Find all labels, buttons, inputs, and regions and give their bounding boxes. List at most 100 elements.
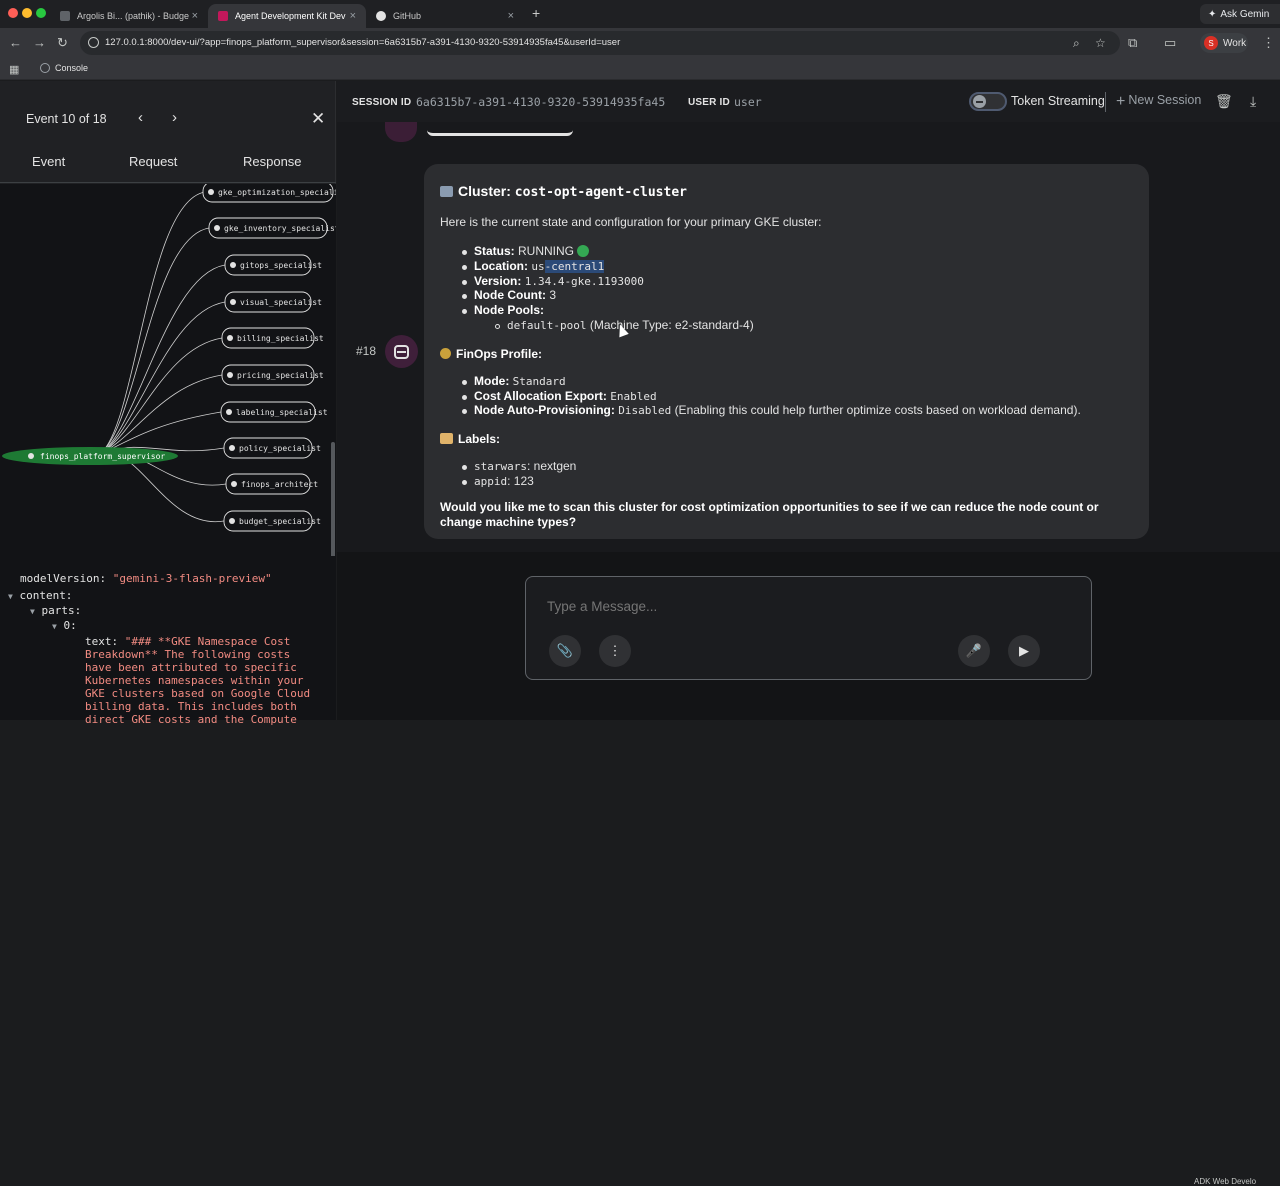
window-maximize-dot[interactable]: [36, 8, 46, 18]
bookmarks-bar: ▦ Console: [0, 58, 1280, 80]
extensions-icon[interactable]: ⧉: [1128, 35, 1137, 51]
json-content-row[interactable]: ▼ content:: [8, 588, 72, 604]
graph-node-pricing-specialist[interactable]: pricing_specialist: [221, 364, 324, 386]
json-model-version-row: modelVersion: "gemini-3-flash-preview": [20, 572, 272, 585]
address-bar[interactable]: 127.0.0.1:8000/dev-ui/?app=finops_platfo…: [80, 31, 1120, 55]
window-close-dot[interactable]: [8, 8, 18, 18]
microphone-icon[interactable]: 🎤: [958, 635, 990, 667]
browser-tab-github[interactable]: GitHub ×: [366, 4, 524, 28]
node-count-row: Node Count: 3: [474, 288, 557, 302]
profile-badge[interactable]: S Work: [1200, 33, 1248, 53]
message-composer: 📎 ⋮ 🎤 ▶: [525, 576, 1092, 680]
side-panel-icon[interactable]: ▭: [1164, 35, 1176, 51]
tab-favicon: [218, 11, 228, 21]
tab-request[interactable]: Request: [129, 154, 177, 169]
tab-response[interactable]: Response: [243, 154, 302, 169]
ask-gemini-button[interactable]: ✦ Ask Gemin: [1200, 4, 1280, 24]
event-json-view: modelVersion: "gemini-3-flash-preview" ▼…: [0, 556, 336, 726]
close-tab-icon[interactable]: ×: [508, 10, 514, 22]
message-number: #18: [356, 344, 377, 358]
token-streaming-toggle[interactable]: [969, 92, 1007, 111]
graph-node-labeling-specialist[interactable]: labeling_specialist: [220, 401, 328, 423]
graph-node-billing-specialist[interactable]: billing_specialist: [221, 327, 324, 349]
json-index-row[interactable]: ▼ 0:: [52, 618, 77, 634]
caret-down-icon[interactable]: ▼: [8, 592, 13, 601]
previous-message-avatar: [385, 122, 417, 142]
back-arrow-icon[interactable]: ←: [9, 35, 22, 50]
list-bullet: [462, 480, 467, 485]
building-emoji-icon: [440, 186, 453, 197]
graph-node-finops-architect[interactable]: finops_architect: [225, 473, 318, 495]
url-text[interactable]: 127.0.0.1:8000/dev-ui/?app=finops_platfo…: [105, 37, 620, 48]
label-tag-emoji-icon: [440, 433, 453, 444]
svg-text:billing_specialist: billing_specialist: [237, 334, 324, 343]
browser-tab-argolis[interactable]: Argolis Bi... (pathik) - Budget ×: [50, 4, 208, 28]
tab-favicon: [60, 11, 70, 21]
graph-node-root[interactable]: finops_platform_supervisor: [2, 447, 178, 465]
browser-tab-adk[interactable]: Agent Development Kit Dev U ×: [208, 4, 366, 28]
list-bullet: [462, 294, 467, 299]
svg-text:gke_optimization_specialist: gke_optimization_specialist: [218, 188, 336, 197]
robot-icon: [394, 344, 409, 359]
token-streaming-label: Token Streaming: [1011, 94, 1105, 108]
agent-icon: [229, 445, 235, 451]
sub-list-bullet: [495, 324, 500, 329]
graph-scrollbar[interactable]: [331, 442, 335, 556]
graph-node-gitops-specialist[interactable]: gitops_specialist: [224, 254, 322, 276]
caret-down-icon[interactable]: ▼: [52, 622, 57, 631]
list-bullet: [462, 465, 467, 470]
close-panel-icon[interactable]: ✕: [311, 109, 325, 129]
menu-dots-icon[interactable]: ⋮: [1262, 35, 1275, 51]
trash-icon[interactable]: 🗑: [1215, 93, 1233, 110]
apps-grid-icon[interactable]: ▦: [9, 63, 19, 76]
list-bullet: [462, 395, 467, 400]
site-info-icon[interactable]: [88, 37, 99, 48]
bookmark-star-icon[interactable]: ☆: [1095, 36, 1106, 50]
follow-up-question: Would you like me to scan this cluster f…: [440, 500, 1099, 514]
graph-node-budget-specialist[interactable]: budget_specialist: [223, 510, 321, 532]
bookmark-console[interactable]: Console: [40, 63, 88, 73]
sparkle-icon: ✦: [1208, 8, 1217, 20]
money-bag-emoji-icon: [440, 348, 451, 359]
agent-icon: [208, 189, 214, 195]
caret-down-icon[interactable]: ▼: [30, 607, 35, 616]
next-event-chevron-icon[interactable]: ›: [172, 109, 177, 126]
list-bullet: [462, 250, 467, 255]
reload-icon[interactable]: ↻: [57, 35, 68, 51]
agent-graph[interactable]: gke_optimization_specialist gke_inventory…: [0, 184, 336, 556]
svg-text:gke_inventory_specialist: gke_inventory_specialist: [224, 224, 336, 233]
graph-node-gke-optimization-specialist[interactable]: gke_optimization_specialist: [202, 184, 336, 203]
tab-event[interactable]: Event: [32, 154, 65, 169]
svg-text:finops_architect: finops_architect: [241, 480, 318, 489]
download-icon[interactable]: ⤓: [1250, 93, 1256, 110]
finops-heading: FinOps Profile:: [440, 347, 542, 362]
agent-icon: [229, 518, 235, 524]
text-selection: -central1: [544, 260, 605, 273]
close-tab-icon[interactable]: ×: [192, 10, 198, 22]
agent-icon: [227, 335, 233, 341]
attach-paperclip-icon[interactable]: 📎: [549, 635, 581, 667]
location-row: Location: us-central1: [474, 259, 605, 273]
new-tab-button[interactable]: +: [532, 5, 540, 21]
graph-node-gke-inventory-specialist[interactable]: gke_inventory_specialist: [208, 217, 336, 239]
graph-node-policy-specialist[interactable]: policy_specialist: [223, 437, 321, 459]
close-tab-icon[interactable]: ×: [350, 10, 356, 22]
previous-event-chevron-icon[interactable]: ‹: [138, 109, 143, 126]
zoom-icon[interactable]: ⌕: [1073, 36, 1080, 51]
event-counter: Event 10 of 18: [26, 112, 107, 126]
agent-icon: [226, 409, 232, 415]
window-minimize-dot[interactable]: [22, 8, 32, 18]
json-parts-row[interactable]: ▼ parts:: [30, 603, 81, 619]
bot-message-bubble: Cluster: cost-opt-agent-cluster Here is …: [424, 164, 1149, 539]
event-inspector-panel: Event 10 of 18 ‹ › ✕ Event Request Respo…: [0, 81, 336, 726]
agent-icon: [227, 372, 233, 378]
graph-node-visual-specialist[interactable]: visual_specialist: [224, 291, 322, 313]
video-camera-icon[interactable]: ▶: [1008, 635, 1040, 667]
event-navigation: Event 10 of 18 ‹ › ✕: [0, 81, 336, 155]
node-pools-row: Node Pools:: [474, 303, 545, 317]
new-session-button[interactable]: + New Session: [1116, 93, 1201, 111]
message-input[interactable]: [547, 599, 1047, 614]
more-options-icon[interactable]: ⋮: [599, 635, 631, 667]
profile-avatar: S: [1204, 36, 1218, 50]
forward-arrow-icon[interactable]: →: [33, 35, 46, 50]
